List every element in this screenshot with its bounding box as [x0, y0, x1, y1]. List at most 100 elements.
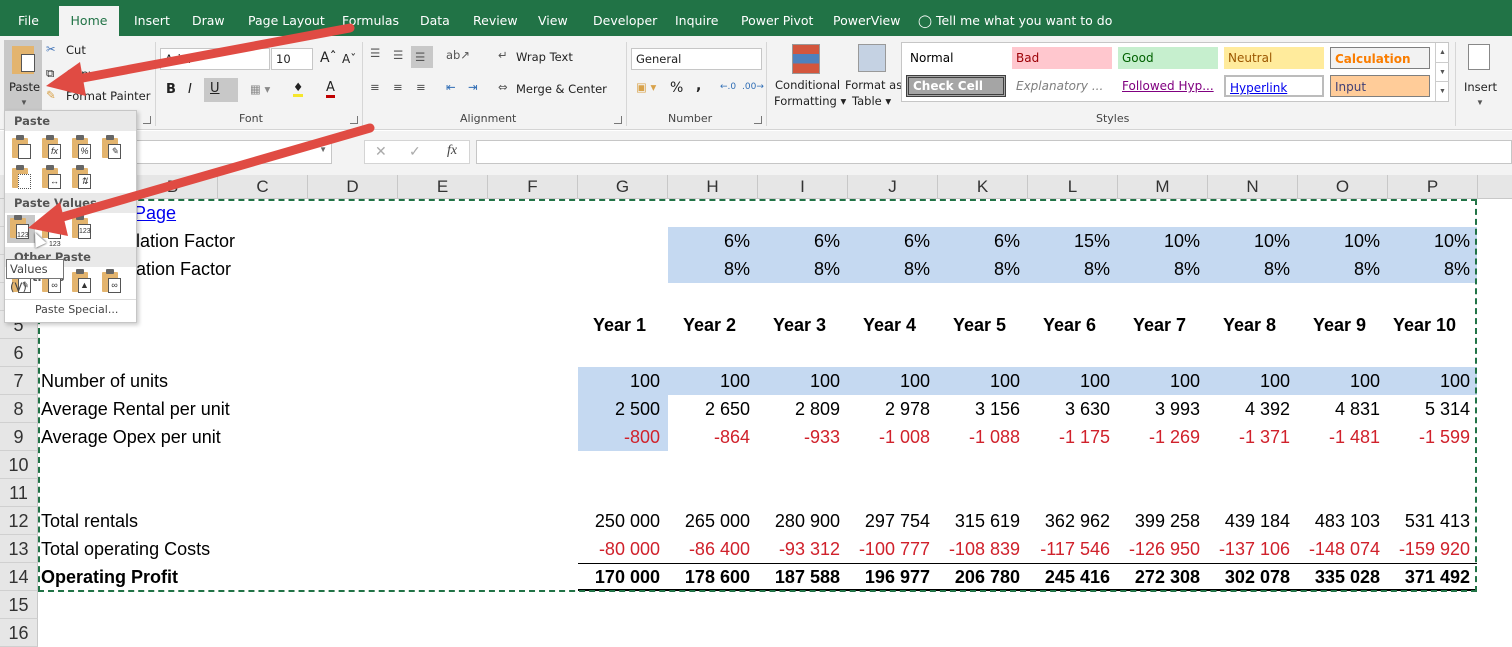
inflation-cell[interactable]: 6% — [668, 227, 758, 255]
row-header-7[interactable]: 7 — [0, 367, 38, 395]
column-header-n[interactable]: N — [1208, 175, 1298, 199]
escalation-cell[interactable]: 8% — [1388, 255, 1478, 283]
year-header[interactable]: Year 3 — [758, 311, 848, 339]
bold-button[interactable]: B — [166, 82, 176, 97]
value-cell[interactable]: 272 308 — [1118, 563, 1208, 591]
value-cell[interactable]: -159 920 — [1388, 535, 1478, 563]
column-header-i[interactable]: I — [758, 175, 848, 199]
row-header-13[interactable]: 13 — [0, 535, 38, 563]
row-header-9[interactable]: 9 — [0, 423, 38, 451]
align-center-icon[interactable]: ≡ — [393, 80, 403, 94]
style-calculation[interactable]: Calculation — [1330, 47, 1430, 69]
percent-style-button[interactable]: % — [670, 80, 683, 96]
home-page-link[interactable]: Page — [134, 199, 176, 227]
accounting-format-icon[interactable]: ▣ ▾ — [636, 80, 656, 94]
year-header[interactable]: Year 10 — [1388, 311, 1478, 339]
value-cell[interactable]: 315 619 — [938, 507, 1028, 535]
underline-button[interactable]: U — [204, 78, 238, 102]
tab-file[interactable]: File — [18, 8, 39, 36]
value-cell[interactable]: 100 — [1028, 367, 1118, 395]
inflation-cell[interactable]: 10% — [1298, 227, 1388, 255]
value-cell[interactable]: 2 978 — [848, 395, 938, 423]
row-header-12[interactable]: 12 — [0, 507, 38, 535]
escalation-cell[interactable]: 8% — [938, 255, 1028, 283]
column-header-m[interactable]: M — [1118, 175, 1208, 199]
tab-home[interactable]: Home — [59, 6, 119, 36]
value-cell[interactable]: -1 008 — [848, 423, 938, 451]
wrap-text-button[interactable]: ↵ Wrap Text — [498, 48, 598, 66]
align-left-icon[interactable]: ≡ — [370, 80, 380, 94]
paste-formulas-icon[interactable]: fx — [39, 135, 63, 161]
format-as-table-button[interactable]: Format as Table ▾ — [842, 40, 902, 110]
value-cell[interactable]: 5 314 — [1388, 395, 1478, 423]
value-cell[interactable]: 362 962 — [1028, 507, 1118, 535]
value-cell[interactable]: 399 258 — [1118, 507, 1208, 535]
style-neutral[interactable]: Neutral — [1224, 47, 1324, 69]
column-header-l[interactable]: L — [1028, 175, 1118, 199]
copy-button[interactable]: ⧉ Copy — [46, 66, 116, 84]
style-hyperlink[interactable]: Hyperlink — [1224, 75, 1324, 97]
value-cell[interactable]: 196 977 — [848, 563, 938, 591]
value-cell[interactable]: 2 809 — [758, 395, 848, 423]
inflation-cell[interactable]: 10% — [1208, 227, 1298, 255]
gallery-scroll-down-icon[interactable]: ▼ — [1435, 62, 1449, 81]
tab-power-pivot[interactable]: Power Pivot — [741, 8, 813, 36]
year-header[interactable]: Year 8 — [1208, 311, 1298, 339]
year-header[interactable]: Year 6 — [1028, 311, 1118, 339]
tab-draw[interactable]: Draw — [192, 8, 225, 36]
value-cell[interactable]: 206 780 — [938, 563, 1028, 591]
column-header-c[interactable]: C — [218, 175, 308, 199]
value-cell[interactable]: -1 371 — [1208, 423, 1298, 451]
style-input[interactable]: Input — [1330, 75, 1430, 97]
value-cell[interactable]: 2 500 — [578, 395, 668, 423]
row-header-15[interactable]: 15 — [0, 591, 38, 619]
value-cell[interactable]: -800 — [578, 423, 668, 451]
value-cell[interactable]: 100 — [1208, 367, 1298, 395]
insert-cells-button[interactable]: Insert ▼ — [1462, 40, 1500, 110]
style-good[interactable]: Good — [1118, 47, 1218, 69]
value-cell[interactable]: -86 400 — [668, 535, 758, 563]
inflation-cell[interactable]: 6% — [938, 227, 1028, 255]
cancel-icon[interactable]: ✕ — [375, 143, 387, 160]
paste-values-source-formatting-icon[interactable]: 123 — [69, 215, 93, 241]
value-cell[interactable]: -1 088 — [938, 423, 1028, 451]
tell-me-search[interactable]: ◯ Tell me what you want to do — [918, 8, 1112, 36]
column-header-o[interactable]: O — [1298, 175, 1388, 199]
value-cell[interactable]: -1 269 — [1118, 423, 1208, 451]
value-cell[interactable]: 297 754 — [848, 507, 938, 535]
inflation-cell[interactable]: 6% — [848, 227, 938, 255]
value-cell[interactable]: 170 000 — [578, 563, 668, 591]
value-cell[interactable]: 335 028 — [1298, 563, 1388, 591]
value-cell[interactable]: 100 — [1298, 367, 1388, 395]
escalation-cell[interactable]: 8% — [1028, 255, 1118, 283]
paste-icon[interactable] — [9, 135, 33, 161]
value-cell[interactable]: 4 831 — [1298, 395, 1388, 423]
value-cell[interactable]: -108 839 — [938, 535, 1028, 563]
tab-review[interactable]: Review — [473, 8, 518, 36]
year-header[interactable]: Year 1 — [578, 311, 668, 339]
font-size-input[interactable]: 10 — [271, 48, 313, 70]
row-header-8[interactable]: 8 — [0, 395, 38, 423]
year-header[interactable]: Year 5 — [938, 311, 1028, 339]
value-cell[interactable]: -933 — [758, 423, 848, 451]
column-header-d[interactable]: D — [308, 175, 398, 199]
style-check-cell[interactable]: Check Cell — [906, 75, 1006, 97]
format-painter-button[interactable]: ✎ Format Painter — [46, 88, 150, 106]
row-header-6[interactable]: 6 — [0, 339, 38, 367]
value-cell[interactable]: -1 599 — [1388, 423, 1478, 451]
row-header-11[interactable]: 11 — [0, 479, 38, 507]
tab-developer[interactable]: Developer — [593, 8, 657, 36]
year-header[interactable]: Year 7 — [1118, 311, 1208, 339]
tab-formulas[interactable]: Formulas — [342, 8, 399, 36]
value-cell[interactable]: -137 106 — [1208, 535, 1298, 563]
column-header-q[interactable] — [1478, 175, 1512, 199]
row-header-16[interactable]: 16 — [0, 619, 38, 647]
value-cell[interactable]: -864 — [668, 423, 758, 451]
paste-special-menu-item[interactable]: Paste Special... — [35, 303, 118, 316]
value-cell[interactable]: 100 — [1388, 367, 1478, 395]
paste-no-borders-icon[interactable] — [9, 165, 33, 191]
number-format-select[interactable]: General — [631, 48, 762, 70]
value-cell[interactable]: 3 993 — [1118, 395, 1208, 423]
paste-keep-source-formatting-icon[interactable]: ✎ — [99, 135, 123, 161]
value-cell[interactable]: 439 184 — [1208, 507, 1298, 535]
